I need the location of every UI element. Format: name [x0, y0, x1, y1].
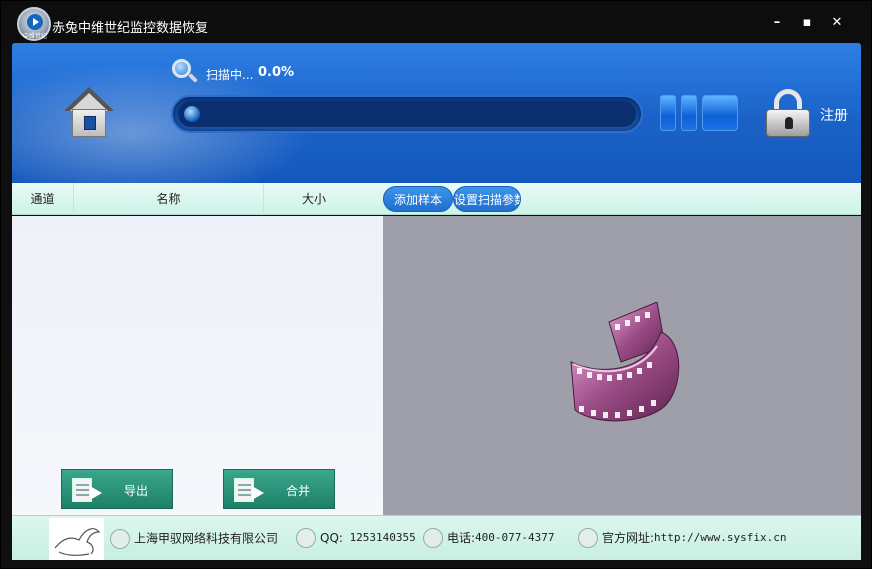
search-icon	[172, 59, 198, 85]
export-label: 导出	[124, 484, 149, 498]
column-header-size[interactable]: 大小	[264, 183, 364, 215]
company-logo-icon	[49, 518, 104, 560]
merge-button[interactable]: 合并	[223, 469, 335, 509]
title-bar: 中维世纪 赤兔中维世纪监控数据恢复 – ▪ ✕	[1, 1, 871, 43]
app-logo-text: 中维世纪	[22, 33, 47, 40]
stop-icon[interactable]	[702, 95, 738, 131]
footer-company: 上海甲驭网络科技有限公司	[110, 526, 278, 550]
building-icon	[110, 528, 130, 549]
globe-icon	[578, 528, 598, 548]
window-title: 赤兔中维世纪监控数据恢复	[52, 21, 209, 36]
home-icon[interactable]	[64, 87, 114, 139]
scan-settings-button[interactable]: 设置扫描参数	[453, 186, 521, 212]
footer-bar: 上海甲驭网络科技有限公司 QQ: 1253140355 电话:400-077-4…	[12, 515, 861, 560]
scan-progress-bar	[171, 95, 643, 133]
maximize-button[interactable]: ▪	[799, 15, 815, 31]
file-list-panel[interactable]: 导出 合并	[12, 216, 383, 515]
scan-status-label: 扫描中...	[206, 68, 254, 82]
phone-icon	[423, 528, 443, 548]
footer-qq: QQ: 1253140355	[296, 526, 416, 550]
film-reel-icon	[570, 302, 680, 422]
register-button[interactable]: 注册	[820, 105, 848, 125]
play-icon	[27, 14, 43, 30]
column-header-name[interactable]: 名称	[74, 183, 264, 215]
list-toolbar: 通道 名称 大小 添加样本 设置扫描参数	[12, 183, 861, 215]
app-window: 中维世纪 赤兔中维世纪监控数据恢复 – ▪ ✕ 扫描中... 0.0% 注册 通…	[0, 0, 872, 569]
column-header-channel[interactable]: 通道	[12, 183, 74, 215]
export-button[interactable]: 导出	[61, 469, 173, 509]
preview-panel	[383, 216, 861, 515]
minimize-button[interactable]: –	[769, 15, 785, 31]
footer-website[interactable]: 官方网址:http://www.sysfix.cn	[578, 526, 787, 550]
app-logo-icon: 中维世纪	[17, 7, 51, 41]
pause-icon[interactable]	[660, 95, 698, 131]
scan-percent: 0.0%	[258, 65, 295, 80]
close-button[interactable]: ✕	[829, 15, 845, 31]
footer-phone: 电话:400-077-4377	[423, 526, 555, 550]
add-sample-button[interactable]: 添加样本	[383, 186, 453, 212]
header-panel: 扫描中... 0.0% 注册	[12, 43, 861, 183]
lock-icon[interactable]	[766, 89, 810, 137]
merge-label: 合并	[286, 484, 311, 498]
merge-icon	[234, 478, 264, 502]
qq-icon	[296, 528, 316, 548]
progress-knob-icon	[184, 106, 200, 122]
export-icon	[72, 478, 102, 502]
